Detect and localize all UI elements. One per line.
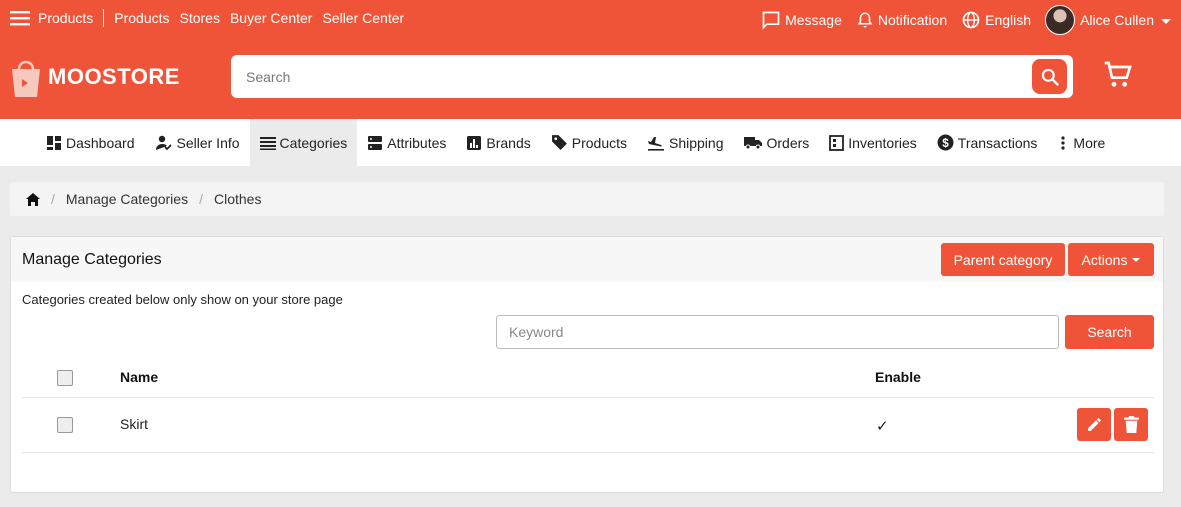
pencil-icon [1087,418,1101,431]
panel-header: Manage Categories Parent category Action… [11,237,1163,282]
page-title: Manage Categories [22,251,162,268]
select-all-checkbox[interactable] [57,370,73,386]
seller-nav: Dashboard Seller Info Categories Attribu… [0,119,1181,166]
search-icon [1041,68,1059,86]
tab-attributes[interactable]: Attributes [357,119,456,166]
edit-button[interactable] [1077,408,1111,441]
top-link-stores[interactable]: Stores [180,10,220,26]
search-button-label: Search [1087,324,1132,340]
breadcrumb-separator: / [51,191,55,207]
plane-icon [648,136,664,151]
globe-icon [962,11,980,29]
tab-label: Dashboard [66,134,135,151]
list-icon [259,136,276,150]
enabled-check: ✓ [876,418,889,435]
user-menu[interactable]: Alice Cullen [1045,5,1171,35]
tab-label: Categories [279,134,348,151]
tab-inventories[interactable]: Inventories [819,119,926,166]
message-label: Message [785,12,842,28]
tab-shipping[interactable]: Shipping [637,119,734,166]
logo[interactable]: MOOSTORE [8,55,180,99]
top-link-products[interactable]: Products [114,10,169,26]
tab-label: Brands [486,134,531,151]
keyword-search-button[interactable]: Search [1065,315,1154,349]
header: MOOSTORE [0,37,1181,119]
tab-seller-info[interactable]: Seller Info [145,119,250,166]
categories-panel: Manage Categories Parent category Action… [10,236,1164,493]
actions-dropdown-button[interactable]: Actions [1068,243,1154,276]
shopping-bag-logo-icon [12,60,40,97]
tab-categories[interactable]: Categories [249,119,358,166]
breadcrumb-item-current: Clothes [213,191,262,207]
seller-icon [155,135,172,150]
notification-link[interactable]: Notification [856,10,947,30]
tab-orders[interactable]: Orders [734,119,820,166]
more-vertical-icon [1061,135,1066,150]
message-link[interactable]: Message [761,10,842,30]
row-checkbox[interactable] [57,417,73,433]
inventory-icon [829,134,845,151]
tab-dashboard[interactable]: Dashboard [36,119,145,166]
tab-label: More [1073,134,1106,151]
attributes-icon [368,135,383,150]
tab-label: Transactions [957,134,1038,151]
top-links: Products Products Stores Buyer Center Se… [10,9,414,27]
top-link-buyer-center[interactable]: Buyer Center [230,10,312,26]
tab-label: Attributes [387,134,447,151]
brand-name: MOOSTORE [48,64,180,89]
top-link-products-menu[interactable]: Products [38,10,93,26]
breadcrumb-item-manage-categories[interactable]: Manage Categories [66,191,188,207]
svg-text:$: $ [942,137,949,150]
language-selector[interactable]: English [961,10,1031,30]
caret-down-icon [1161,19,1171,24]
tab-label: Seller Info [176,134,240,151]
top-link-seller-center[interactable]: Seller Center [322,10,404,26]
tab-products[interactable]: Products [541,119,637,166]
row-name: Skirt [120,416,148,432]
search-input[interactable] [231,55,1021,98]
tab-label: Inventories [848,134,917,151]
column-header-name: Name [120,369,159,385]
column-header-enable: Enable [875,369,921,385]
hamburger-menu-icon[interactable] [10,10,30,26]
notification-label: Notification [877,12,948,28]
truck-icon [743,137,762,150]
help-text: Categories created below only show on yo… [22,292,343,307]
user-name: Alice Cullen [1080,12,1154,28]
breadcrumb: / Manage Categories / Clothes [10,182,1164,216]
keyword-input[interactable] [496,315,1059,349]
tab-label: Shipping [669,134,724,151]
search-bar [231,55,1073,98]
home-icon[interactable] [26,192,40,206]
caret-down-icon [1132,258,1141,262]
tab-label: Orders [766,134,810,151]
parent-category-button[interactable]: Parent category [941,243,1065,276]
tag-icon [551,135,567,150]
tab-transactions[interactable]: $ Transactions [927,119,1048,166]
dollar-icon: $ [937,134,954,151]
language-label: English [985,12,1032,28]
bell-icon [857,12,873,28]
trash-icon [1123,416,1139,433]
tab-brands[interactable]: Brands [456,119,540,166]
actions-label: Actions [1081,251,1128,268]
top-bar: Products Products Stores Buyer Center Se… [0,0,1181,37]
delete-button[interactable] [1114,408,1148,441]
tab-label: Products [571,134,627,151]
divider [22,452,1154,453]
top-right: Message Notification English Alice Culle… [747,5,1171,35]
chart-icon [467,135,482,150]
search-button[interactable] [1032,59,1067,94]
divider [22,397,1154,398]
avatar [1045,5,1076,35]
tab-more[interactable]: More [1047,119,1115,166]
top-divider [103,9,105,27]
breadcrumb-separator: / [199,191,203,207]
dashboard-icon [47,135,61,150]
message-icon [762,11,780,30]
cart-icon[interactable] [1102,59,1134,91]
parent-category-label: Parent category [953,251,1053,268]
